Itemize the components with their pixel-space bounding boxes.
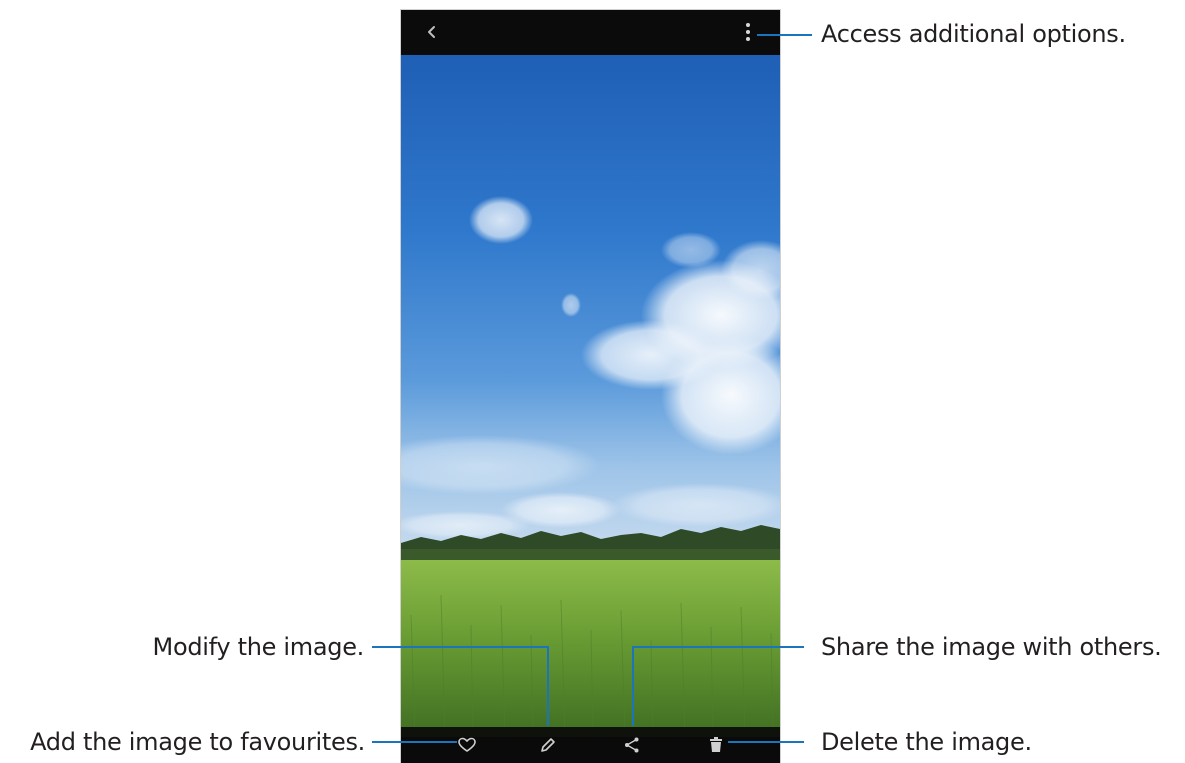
callout-share: Share the image with others.	[821, 633, 1162, 661]
photo-viewer-image[interactable]	[401, 55, 780, 737]
callout-modify: Modify the image.	[152, 633, 365, 661]
more-vertical-icon[interactable]	[741, 22, 755, 42]
leader-line-share-horizontal	[632, 646, 804, 648]
leader-line-favourite	[372, 741, 457, 743]
leader-line-modify-vertical	[547, 646, 549, 726]
callout-delete: Delete the image.	[821, 728, 1032, 756]
share-icon[interactable]	[622, 735, 642, 755]
leader-line-more-options	[757, 34, 812, 36]
pencil-icon[interactable]	[538, 735, 558, 755]
top-app-bar	[401, 10, 780, 55]
gallery-viewer-screen	[401, 10, 780, 763]
leader-line-modify-horizontal	[372, 646, 549, 648]
heart-icon[interactable]	[457, 735, 477, 755]
chevron-left-icon[interactable]	[423, 23, 441, 41]
leader-line-delete	[728, 741, 804, 743]
bottom-action-bar	[401, 727, 780, 763]
trash-icon[interactable]	[706, 735, 726, 755]
callout-favourite: Add the image to favourites.	[30, 728, 365, 756]
leader-line-share-vertical	[632, 646, 634, 726]
callout-more-options: Access additional options.	[821, 20, 1126, 48]
